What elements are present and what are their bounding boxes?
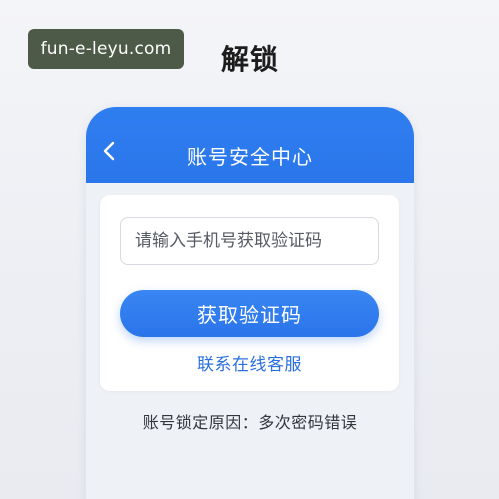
form-panel: 获取验证码 联系在线客服 (100, 195, 399, 391)
page-heading: 解锁 (220, 43, 279, 76)
lock-reason-text: 账号锁定原因：多次密码错误 (142, 413, 358, 432)
header-bar: 账号安全中心 (86, 107, 414, 183)
phone-number-input[interactable] (120, 217, 379, 265)
get-code-button[interactable]: 获取验证码 (120, 290, 379, 337)
watermark-badge: fun-e-leyu.com (28, 29, 184, 69)
phone-screen: 账号安全中心 获取验证码 联系在线客服 账号锁定原因：多次密码错误 (86, 107, 414, 499)
header-title: 账号安全中心 (187, 145, 313, 169)
contact-support-link[interactable]: 联系在线客服 (100, 350, 399, 375)
